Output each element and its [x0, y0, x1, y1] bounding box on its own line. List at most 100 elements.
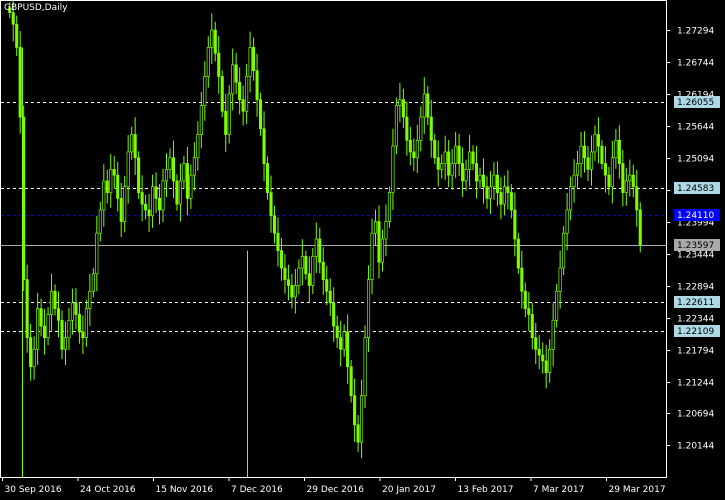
- candle-body: [541, 354, 545, 362]
- candle-body: [151, 186, 155, 217]
- candle-body: [286, 279, 290, 286]
- candle-body: [339, 337, 343, 350]
- candle-body: [495, 174, 499, 193]
- candle-body: [53, 290, 57, 310]
- candle-body: [84, 308, 88, 339]
- candle-body: [74, 302, 78, 315]
- candle-body: [252, 47, 256, 72]
- candle-body: [279, 250, 284, 269]
- candle-body: [617, 139, 621, 164]
- candle-body: [283, 267, 287, 280]
- candle-body: [638, 209, 642, 246]
- candle-body: [137, 157, 141, 193]
- candle-body: [596, 134, 601, 147]
- candle-body: [140, 192, 144, 205]
- candle-body: [147, 209, 151, 217]
- y-tick-label: 1.22894: [677, 283, 714, 293]
- y-tick-label: 1.21244: [677, 379, 714, 389]
- candle-body: [154, 186, 158, 199]
- candle-body: [171, 157, 176, 182]
- candle-body: [234, 64, 238, 83]
- candle-body: [245, 76, 249, 112]
- y-tick-label: 1.27294: [677, 27, 714, 37]
- candle-body: [203, 76, 207, 106]
- candle-body: [67, 319, 71, 339]
- candle-body: [478, 174, 482, 182]
- candle-body: [443, 151, 447, 164]
- candle-body: [342, 331, 346, 350]
- candle-body: [360, 395, 364, 443]
- candle-body: [231, 64, 235, 95]
- candle-body: [11, 12, 15, 25]
- candle-body: [213, 29, 217, 54]
- candle-body: [32, 348, 36, 368]
- candle-body: [589, 151, 594, 170]
- candle-body: [607, 174, 611, 188]
- candle-body: [272, 215, 277, 234]
- candle-body: [454, 145, 458, 164]
- candle-body: [220, 76, 224, 112]
- candle-body: [499, 192, 503, 205]
- candle-body: [471, 151, 475, 164]
- candle-body: [206, 47, 210, 77]
- candle-body: [506, 186, 510, 193]
- candle-body: [565, 209, 569, 234]
- candle-body: [569, 186, 573, 211]
- candle-body: [133, 134, 137, 159]
- candle-body: [530, 314, 534, 339]
- candle-body: [262, 128, 266, 164]
- candle-body: [551, 319, 555, 350]
- candle-body: [502, 186, 506, 205]
- candle-body: [182, 163, 186, 182]
- candle-body: [227, 93, 231, 135]
- level-label: 1.22611: [677, 298, 714, 308]
- x-tick-label: 24 Oct 2016: [80, 485, 136, 495]
- candle-body: [492, 174, 496, 188]
- candle-body: [481, 174, 486, 188]
- level-label: 1.22109: [677, 327, 714, 337]
- candle-body: [366, 279, 371, 339]
- candle-body: [18, 47, 22, 118]
- candle-body: [474, 163, 479, 182]
- candle-body: [224, 110, 228, 135]
- candle-body: [513, 209, 517, 240]
- candle-body: [624, 180, 628, 193]
- candle-body: [555, 290, 559, 321]
- close-label: 1.23597: [677, 241, 714, 251]
- candle-body: [60, 319, 64, 350]
- x-tick-label: 30 Sep 2016: [5, 485, 62, 495]
- x-tick-label: 15 Nov 2016: [156, 485, 214, 495]
- x-tick-label: 13 Feb 2017: [458, 485, 514, 495]
- candle-body: [401, 99, 405, 118]
- candle-body: [387, 192, 391, 222]
- candle-body: [25, 279, 29, 339]
- candle-body: [440, 163, 444, 170]
- candle-body: [304, 256, 308, 275]
- chart-title: GBPUSD,Daily: [4, 3, 68, 13]
- candle-body: [105, 180, 109, 193]
- candle-body: [412, 151, 416, 159]
- candle-body: [269, 192, 273, 217]
- candle-body: [196, 134, 200, 159]
- candle-body: [572, 174, 576, 188]
- candle-body: [610, 157, 614, 188]
- candle-body: [109, 168, 113, 193]
- candle-body: [527, 308, 531, 315]
- candle-body: [516, 238, 520, 269]
- candle-body: [576, 163, 580, 176]
- candle-body: [544, 360, 548, 373]
- candle-body: [635, 186, 639, 211]
- candle-body: [468, 151, 472, 170]
- candle-body: [168, 157, 172, 170]
- candle-body: [325, 279, 329, 292]
- candle-body: [370, 232, 374, 280]
- candle-body: [157, 198, 162, 211]
- candle-body: [488, 186, 493, 199]
- x-tick-label: 20 Jan 2017: [382, 485, 436, 495]
- candle-body: [582, 145, 587, 159]
- candle-body: [603, 163, 607, 176]
- candle-body: [321, 261, 325, 280]
- candle-body: [56, 308, 61, 321]
- candle-body: [461, 163, 465, 182]
- candle-body: [119, 198, 123, 222]
